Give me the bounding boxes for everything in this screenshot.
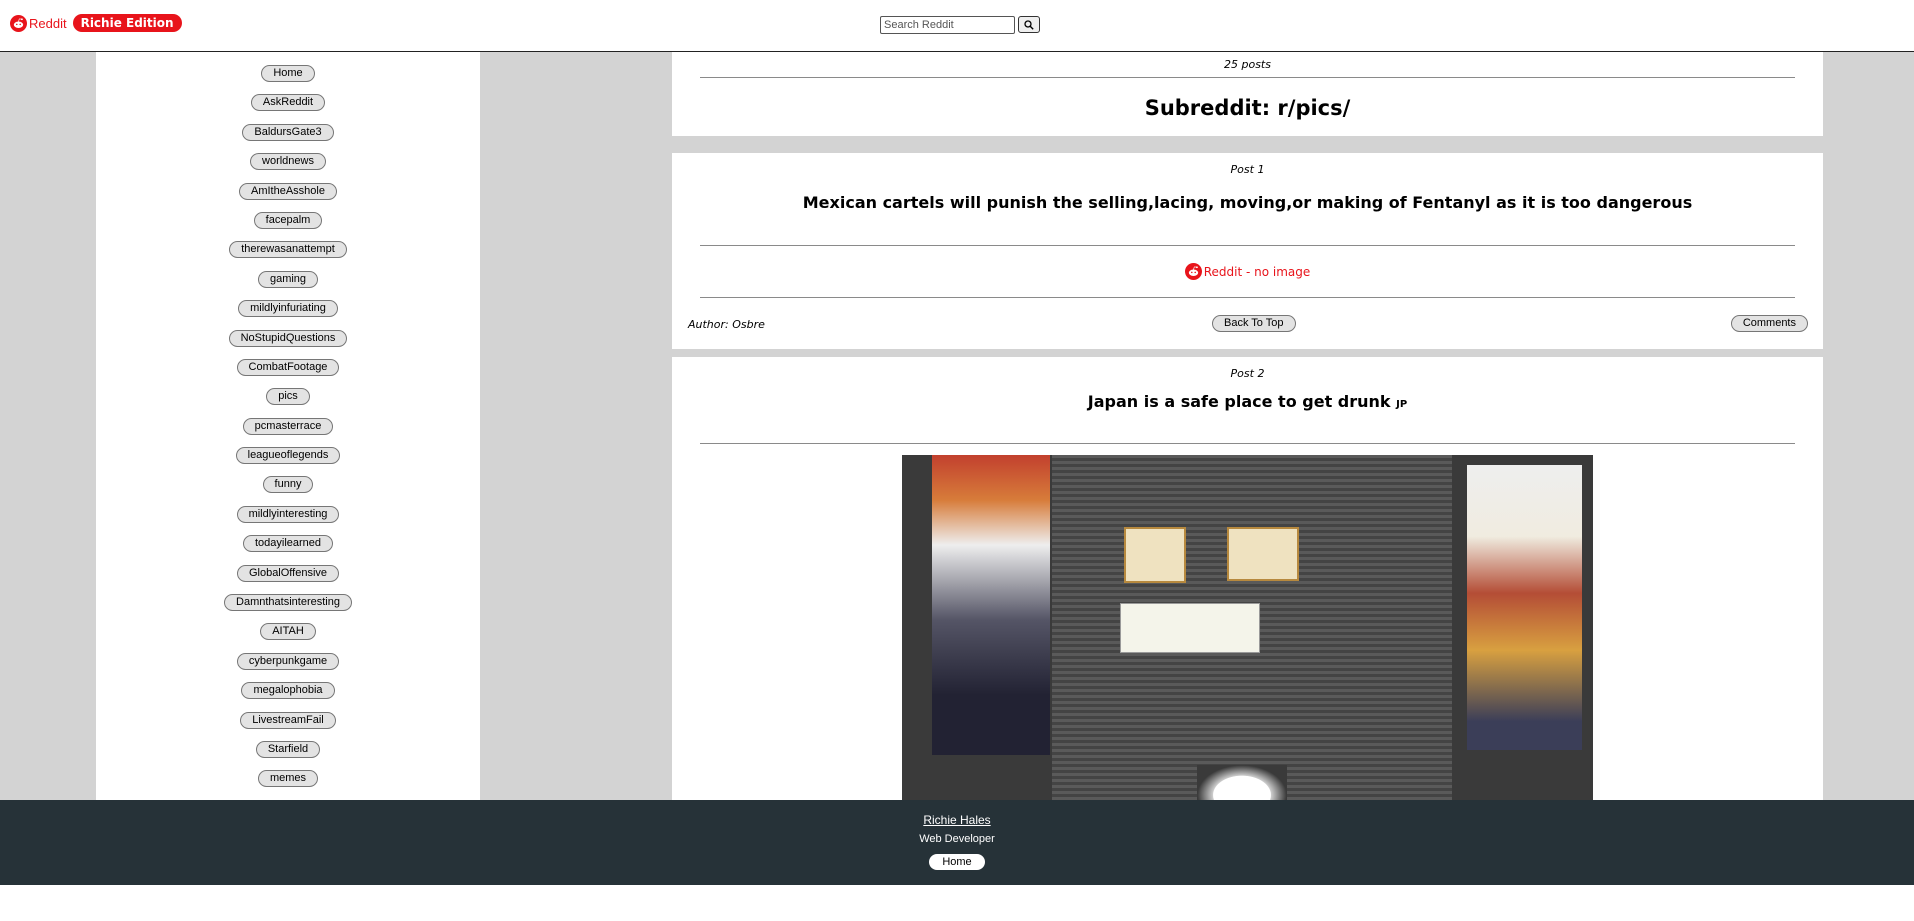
sidebar-item-facepalm[interactable]: facepalm xyxy=(253,211,323,229)
sidebar-item-todayilearned[interactable]: todayilearned xyxy=(242,535,334,553)
sidebar-item-combatfootage[interactable]: CombatFootage xyxy=(236,358,340,376)
sidebar-item-funny[interactable]: funny xyxy=(262,476,314,494)
author-role: Web Developer xyxy=(919,833,995,845)
sidebar-item-aitah[interactable]: AITAH xyxy=(260,623,316,641)
sidebar-item: mildlyinfuriating xyxy=(238,300,338,329)
no-image-text: Reddit - no image xyxy=(1203,264,1311,279)
sidebar-list: Home AskReddit BaldursGate3 worldnews AmIthe… xyxy=(96,52,480,800)
sidebar-item: Home xyxy=(261,65,315,94)
search-bar xyxy=(880,16,1040,34)
post-card: Post 2 Japan is a safe place to get drun… xyxy=(672,357,1823,800)
sidebar-item: mildlyinteresting xyxy=(236,505,340,535)
sidebar-item: leagueoflegends xyxy=(235,447,341,476)
divider xyxy=(700,77,1795,78)
shop-banner-left xyxy=(932,455,1050,755)
sidebar-item: pics xyxy=(266,388,310,417)
sidebar-item: facepalm xyxy=(253,211,323,241)
sidebar-item-amitheasshole[interactable]: AmItheAsshole xyxy=(239,182,337,200)
sidebar-item: BaldursGate3 xyxy=(242,123,334,153)
sidebar-item: megalophobia xyxy=(241,682,335,711)
divider xyxy=(700,297,1795,298)
subreddit-title: Subreddit: r/pics/ xyxy=(1144,96,1351,120)
divider xyxy=(700,245,1795,246)
notice-sign xyxy=(1227,527,1299,581)
sidebar-item-nostupidquestions[interactable]: NoStupidQuestions xyxy=(228,329,348,347)
sidebar-item-globaloffensive[interactable]: GlobalOffensive xyxy=(236,564,340,582)
search-icon xyxy=(1024,19,1034,30)
person-figure xyxy=(1197,765,1287,800)
sidebar-item-livestreamfail[interactable]: LivestreamFail xyxy=(240,711,336,729)
sidebar-item-leagueoflegends[interactable]: leagueoflegends xyxy=(235,447,341,465)
notice-sign xyxy=(1120,603,1260,653)
search-input[interactable] xyxy=(880,16,1015,34)
sidebar-item-damnthatsinteresting[interactable]: Damnthatsinteresting xyxy=(224,594,352,612)
search-button[interactable] xyxy=(1018,16,1040,33)
subreddit-header-card: 25 posts Subreddit: r/pics/ xyxy=(672,52,1823,136)
divider xyxy=(700,443,1795,444)
no-image-placeholder: Reddit - no image xyxy=(672,263,1823,280)
brand: Reddit Richie Edition xyxy=(10,14,182,32)
sidebar-item: gaming xyxy=(257,270,319,300)
sidebar-item: cyberpunkgame xyxy=(236,652,340,682)
main-area: Home AskReddit BaldursGate3 worldnews AmIthe… xyxy=(0,52,1914,800)
reddit-logo-link[interactable]: Reddit xyxy=(10,14,67,32)
sidebar-item-askreddit[interactable]: AskReddit xyxy=(250,94,326,112)
sidebar-item: therewasanattempt xyxy=(229,241,347,270)
reddit-snoo-icon xyxy=(1184,263,1202,280)
sidebar-item-therewasanattempt[interactable]: therewasanattempt xyxy=(229,241,347,259)
sidebar-item: Damnthatsinteresting xyxy=(224,594,352,623)
shop-banner-right xyxy=(1467,465,1582,750)
sidebar-item-megalophobia[interactable]: megalophobia xyxy=(241,682,335,700)
author-link[interactable]: Richie Hales xyxy=(923,813,990,827)
sidebar-item: todayilearned xyxy=(242,535,334,564)
post-title[interactable]: Mexican cartels will punish the selling,… xyxy=(672,193,1823,212)
sidebar-item-pcmasterrace[interactable]: pcmasterrace xyxy=(242,417,334,435)
sidebar-item: AskReddit xyxy=(250,94,326,123)
sidebar-item: AITAH xyxy=(260,623,316,652)
sidebar-item-worldnews[interactable]: worldnews xyxy=(250,153,326,171)
post-title[interactable]: Japan is a safe place to get drunk JP xyxy=(672,392,1823,411)
post-flair: JP xyxy=(1396,399,1408,410)
sidebar-item-starfield[interactable]: Starfield xyxy=(255,740,321,758)
sidebar-item-memes[interactable]: memes xyxy=(257,770,319,788)
sidebar-item-baldursgate3[interactable]: BaldursGate3 xyxy=(242,123,334,141)
back-to-top-button[interactable]: Back To Top xyxy=(1212,315,1296,332)
sidebar-item-cyberpunkgame[interactable]: cyberpunkgame xyxy=(236,652,340,670)
sidebar-item: CombatFootage xyxy=(236,358,340,388)
sidebar-item: NoStupidQuestions xyxy=(228,329,348,359)
edition-badge: Richie Edition xyxy=(72,14,182,32)
sidebar-item: LivestreamFail xyxy=(240,711,336,741)
sidebar-item-pics[interactable]: pics xyxy=(266,388,310,406)
sidebar-item-mildlyinfuriating[interactable]: mildlyinfuriating xyxy=(238,300,338,318)
post-image[interactable] xyxy=(902,455,1593,800)
post-count: 25 posts xyxy=(1224,58,1271,71)
footer-home-button[interactable]: Home xyxy=(929,854,985,870)
logo-text: Reddit xyxy=(29,15,67,31)
sidebar-item: pcmasterrace xyxy=(242,417,334,447)
notice-sign xyxy=(1124,527,1186,583)
post-card: Post 1 Mexican cartels will punish the s… xyxy=(672,153,1823,349)
post-author: Author: Osbre xyxy=(688,318,765,331)
sidebar-item: AmItheAsshole xyxy=(239,182,337,212)
post-label: Post 2 xyxy=(1230,367,1265,380)
footer: Richie Hales Web Developer Home xyxy=(0,800,1914,885)
sidebar-item: Starfield xyxy=(255,740,321,770)
sidebar-item-mildlyinteresting[interactable]: mildlyinteresting xyxy=(236,505,340,523)
comments-button[interactable]: Comments xyxy=(1730,315,1808,332)
sidebar-item: GlobalOffensive xyxy=(236,564,340,594)
content: 25 posts Subreddit: r/pics/ Post 1 Mexic… xyxy=(672,52,1823,800)
post-label: Post 1 xyxy=(1230,163,1265,176)
post-title-text: Japan is a safe place to get drunk xyxy=(1087,392,1391,411)
sidebar-item: worldnews xyxy=(250,153,326,182)
sidebar: Home AskReddit BaldursGate3 worldnews AmIthe… xyxy=(96,52,480,800)
sidebar-item-gaming[interactable]: gaming xyxy=(257,270,319,288)
sidebar-item: funny xyxy=(262,476,314,505)
sidebar-item: memes xyxy=(257,770,319,799)
sidebar-item-home[interactable]: Home xyxy=(261,65,315,82)
reddit-snoo-icon xyxy=(10,14,27,32)
header: Reddit Richie Edition xyxy=(0,0,1914,52)
